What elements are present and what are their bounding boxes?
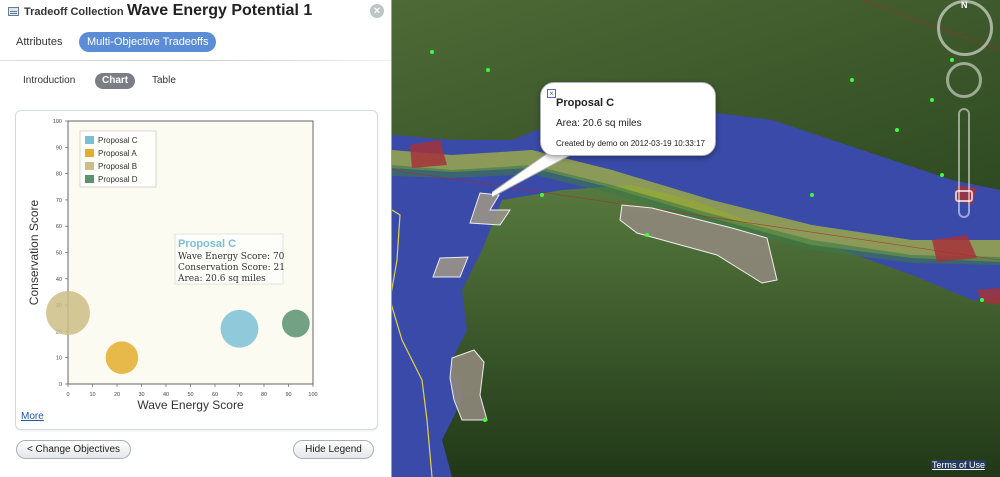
y-tick-label: 80 xyxy=(56,172,62,178)
y-tick-label: 100 xyxy=(53,119,62,125)
legend-item: Proposal A xyxy=(98,149,137,158)
x-tick-label: 0 xyxy=(66,392,69,398)
x-tick-label: 90 xyxy=(285,392,291,398)
tabs-divider xyxy=(0,60,391,61)
y-tick-label: 10 xyxy=(56,356,62,362)
tab-attributes[interactable]: Attributes xyxy=(8,32,70,52)
page-title: Wave Energy Potential 1 xyxy=(127,2,313,19)
tooltip-line: Area: 20.6 sq miles xyxy=(177,274,266,284)
x-tick-label: 100 xyxy=(308,392,317,398)
y-axis-label: Conservation Score xyxy=(27,199,41,305)
y-tick-label: 60 xyxy=(56,224,62,230)
y-tick-label: 70 xyxy=(56,198,62,204)
popup-title: Proposal C xyxy=(556,97,615,109)
bubble-proposal-c xyxy=(220,309,259,348)
legend-item: Proposal B xyxy=(98,162,137,171)
main-tabs: Attributes Multi-Objective Tradeoffs xyxy=(0,32,391,54)
terms-of-use-link[interactable]: Terms of Use xyxy=(931,460,987,470)
collection-type-label: Tradeoff Collection xyxy=(24,6,124,18)
y-tick-label: 50 xyxy=(56,251,62,257)
legend-item: Proposal D xyxy=(98,175,138,184)
tab-multi-objective-tradeoffs[interactable]: Multi-Objective Tradeoffs xyxy=(79,32,217,52)
bubble-proposal-a xyxy=(105,341,139,374)
tradeoff-panel: Tradeoff Collection Wave Energy Potentia… xyxy=(0,0,392,477)
bubble-proposal-b xyxy=(46,290,90,335)
more-link[interactable]: More xyxy=(21,411,44,422)
close-icon[interactable]: × xyxy=(370,4,384,18)
map-view[interactable]: N xyxy=(392,0,1000,477)
legend-item: Proposal C xyxy=(98,136,138,145)
tab-table[interactable]: Table xyxy=(145,73,183,89)
zoom-slider-thumb[interactable] xyxy=(955,190,973,202)
look-control[interactable] xyxy=(946,62,982,98)
chart-card: 0102030405060708090100010203040506070809… xyxy=(15,110,378,430)
hide-legend-button[interactable]: Hide Legend xyxy=(293,440,374,459)
popup-created: Created by demo on 2012-03-19 10:33:17 xyxy=(556,139,705,148)
x-tick-label: 10 xyxy=(89,392,95,398)
y-tick-label: 40 xyxy=(56,277,62,283)
map-canvas[interactable] xyxy=(392,0,1000,477)
legend-swatch xyxy=(85,175,94,183)
tradeoff-chart: 0102030405060708090100010203040506070809… xyxy=(27,119,318,412)
collection-icon xyxy=(8,7,19,16)
y-tick-label: 90 xyxy=(56,145,62,151)
tab-chart[interactable]: Chart xyxy=(95,73,136,89)
bubble-proposal-d xyxy=(281,309,310,338)
legend-swatch xyxy=(85,136,94,144)
legend-swatch xyxy=(85,162,94,170)
y-tick-label: 0 xyxy=(59,382,62,388)
panel-header: Tradeoff Collection Wave Energy Potentia… xyxy=(0,0,391,24)
x-axis-label: Wave Energy Score xyxy=(137,398,244,412)
x-tick-label: 80 xyxy=(261,392,267,398)
compass-label: N xyxy=(961,0,968,10)
close-box-icon[interactable]: × xyxy=(547,89,556,98)
popup-tail xyxy=(492,150,572,198)
info-popup: × Proposal C Area: 20.6 sq miles Created… xyxy=(540,82,716,156)
tooltip-title: Proposal C xyxy=(178,238,236,250)
legend-swatch xyxy=(85,149,94,157)
change-objectives-button[interactable]: < Change Objectives xyxy=(16,440,131,459)
x-tick-label: 20 xyxy=(114,392,120,398)
tooltip-line: Conservation Score: 21 xyxy=(178,263,285,273)
tab-introduction[interactable]: Introduction xyxy=(16,73,82,89)
popup-area: Area: 20.6 sq miles xyxy=(556,118,642,129)
sub-tabs: Introduction Chart Table xyxy=(0,72,391,92)
tooltip-line: Wave Energy Score: 70 xyxy=(178,252,285,262)
